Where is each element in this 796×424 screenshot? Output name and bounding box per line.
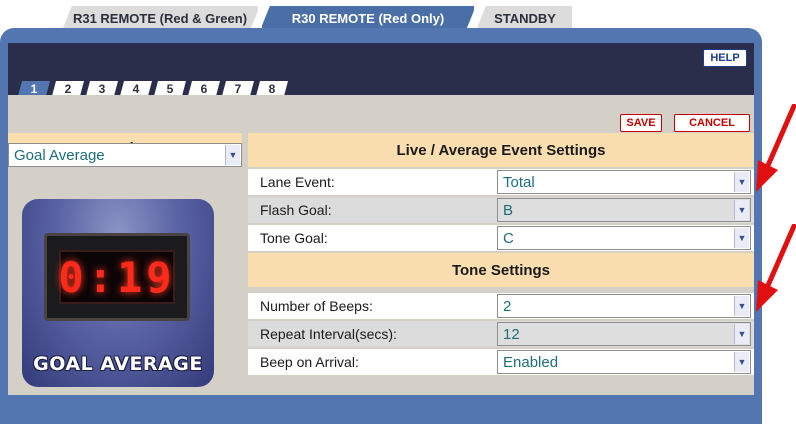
tab-5[interactable]: 5 — [154, 81, 186, 96]
repeat-interval-label: Repeat Interval(secs): — [260, 326, 397, 342]
red-arrow-icon — [756, 104, 796, 192]
chevron-down-icon: ▼ — [734, 296, 749, 316]
tab-r31-remote-label: R31 REMOTE (Red & Green) — [72, 10, 248, 26]
tab-4[interactable]: 4 — [120, 81, 152, 96]
chevron-down-icon: ▼ — [734, 172, 749, 192]
mode-select-value: Goal Average — [14, 146, 105, 164]
tab-2[interactable]: 2 — [52, 81, 84, 96]
mode-preview-image: 0:19 GOAL AVERAGE — [22, 199, 214, 387]
number-of-beeps-label: Number of Beeps: — [260, 298, 373, 314]
live-average-header: Live / Average Event Settings — [248, 133, 754, 167]
repeat-interval-row: Repeat Interval(secs): 12 ▼ — [248, 321, 754, 347]
header-bar — [8, 43, 754, 95]
flash-goal-row: Flash Goal: B ▼ — [248, 197, 754, 223]
tab-standby-label: STANDBY — [494, 10, 556, 26]
chevron-down-icon: ▼ — [734, 200, 749, 220]
repeat-interval-select[interactable]: 12 ▼ — [497, 322, 751, 346]
beep-on-arrival-row: Beep on Arrival: Enabled ▼ — [248, 349, 754, 375]
tone-goal-select[interactable]: C ▼ — [497, 226, 751, 250]
number-of-beeps-value: 2 — [503, 297, 512, 315]
tab-3[interactable]: 3 — [86, 81, 118, 96]
beep-on-arrival-value: Enabled — [503, 353, 559, 371]
flash-goal-value: B — [503, 201, 514, 219]
mode-caption: GOAL AVERAGE — [33, 353, 203, 375]
tone-goal-row: Tone Goal: C ▼ — [248, 225, 754, 251]
chevron-down-icon: ▼ — [734, 352, 749, 372]
beep-on-arrival-label: Beep on Arrival: — [260, 354, 359, 370]
number-of-beeps-row: Number of Beeps: 2 ▼ — [248, 293, 754, 319]
lane-event-value: Total — [503, 173, 535, 191]
tab-8[interactable]: 8 — [256, 81, 288, 96]
flash-goal-label: Flash Goal: — [260, 202, 332, 218]
tone-goal-label: Tone Goal: — [260, 230, 328, 246]
lane-event-label: Lane Event: — [260, 174, 335, 190]
tab-6[interactable]: 6 — [188, 81, 220, 96]
chevron-down-icon: ▼ — [734, 324, 749, 344]
mode-select[interactable]: Goal Average ▼ — [8, 143, 242, 167]
clock-device: 0:19 — [44, 233, 190, 321]
tab-r31-remote[interactable]: R31 REMOTE (Red & Green) — [62, 6, 258, 30]
tab-7[interactable]: 7 — [222, 81, 254, 96]
clock-display: 0:19 — [58, 250, 175, 304]
tab-1[interactable]: 1 — [18, 81, 50, 96]
beep-on-arrival-select[interactable]: Enabled ▼ — [497, 350, 751, 374]
tab-r30-remote-label: R30 REMOTE (Red Only) — [291, 10, 445, 26]
chevron-down-icon: ▼ — [734, 228, 749, 248]
chevron-down-icon: ▼ — [225, 145, 240, 165]
flash-goal-select[interactable]: B ▼ — [497, 198, 751, 222]
lane-event-select[interactable]: Total ▼ — [497, 170, 751, 194]
repeat-interval-value: 12 — [503, 325, 520, 343]
help-button[interactable]: HELP — [703, 49, 747, 67]
lane-event-row: Lane Event: Total ▼ — [248, 169, 754, 195]
cancel-button[interactable]: CANCEL — [674, 114, 750, 132]
number-of-beeps-select[interactable]: 2 ▼ — [497, 294, 751, 318]
tone-goal-value: C — [503, 229, 514, 247]
save-button[interactable]: SAVE — [620, 114, 662, 132]
tab-r30-remote[interactable]: R30 REMOTE (Red Only) — [262, 6, 474, 30]
tone-settings-header: Tone Settings — [248, 253, 754, 287]
tab-standby[interactable]: STANDBY — [478, 6, 572, 30]
red-arrow-icon — [756, 224, 796, 312]
